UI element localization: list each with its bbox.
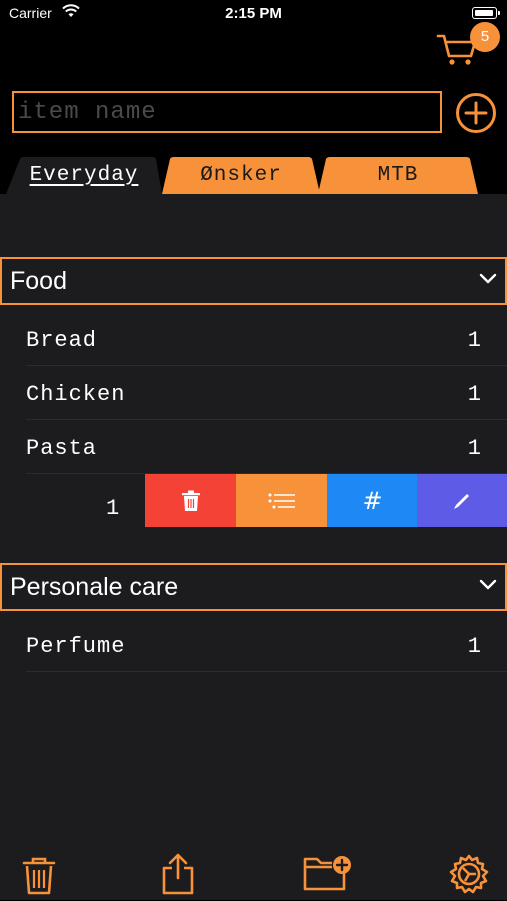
- tab-everyday[interactable]: Everyday: [6, 156, 162, 194]
- list-item[interactable]: Perfume 1: [26, 619, 507, 672]
- new-folder-icon[interactable]: [302, 854, 354, 897]
- share-icon[interactable]: [160, 852, 196, 901]
- item-name: Bread: [26, 328, 98, 353]
- tab-label: MTB: [377, 163, 419, 187]
- item-name: Pasta: [26, 436, 98, 461]
- cart-count-badge: 5: [470, 22, 500, 52]
- item-quantity: 1: [467, 436, 481, 461]
- move-to-list-button[interactable]: [236, 474, 327, 527]
- swiped-list-item[interactable]: 1 #: [0, 474, 507, 527]
- tab-onsker[interactable]: Ønsker: [162, 156, 320, 194]
- list-item[interactable]: Chicken 1: [26, 367, 507, 420]
- plus-circle-icon: [456, 93, 496, 133]
- section-header-personal-care[interactable]: Personale care: [0, 563, 507, 611]
- list-tabs: Everyday Ønsker MTB: [0, 156, 507, 194]
- item-name-input[interactable]: [12, 91, 442, 133]
- clock: 2:15 PM: [225, 5, 282, 22]
- list-item[interactable]: Pasta 1: [26, 421, 507, 474]
- edit-button[interactable]: [417, 474, 507, 527]
- trash-icon[interactable]: [21, 856, 57, 901]
- list-icon: [268, 493, 295, 508]
- delete-button[interactable]: [145, 474, 236, 527]
- tab-label: Everyday: [29, 163, 139, 187]
- tab-mtb[interactable]: MTB: [318, 156, 478, 194]
- quantity-button[interactable]: #: [327, 474, 418, 527]
- item-quantity: 1: [467, 634, 481, 659]
- section-title: Food: [10, 267, 67, 295]
- chevron-down-icon: [479, 579, 497, 590]
- list-item[interactable]: Bread 1: [26, 313, 507, 366]
- settings-icon[interactable]: [449, 854, 489, 899]
- pencil-icon: [454, 493, 469, 509]
- chevron-down-icon: [479, 273, 497, 284]
- bottom-toolbar: [0, 844, 507, 900]
- tab-label: Ønsker: [200, 163, 282, 187]
- add-item-button[interactable]: [455, 92, 497, 139]
- item-name: Perfume: [26, 634, 126, 659]
- item-quantity: 1: [106, 496, 120, 521]
- hash-icon: #: [362, 486, 383, 515]
- battery-icon: [472, 7, 500, 19]
- section-title: Personale care: [10, 573, 179, 601]
- trash-icon: [181, 490, 200, 511]
- item-name: Chicken: [26, 382, 126, 407]
- status-bar: Carrier 2:15 PM: [0, 0, 507, 30]
- section-header-food[interactable]: Food: [0, 257, 507, 305]
- item-quantity: 1: [467, 382, 481, 407]
- item-quantity: 1: [467, 328, 481, 353]
